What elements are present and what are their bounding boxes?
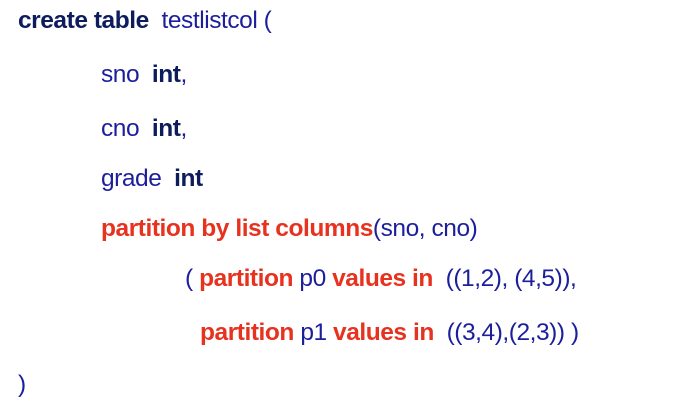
column-name: cno [101,115,140,142]
partition-columns: (sno, cno) [372,215,478,242]
close-paren: ) [18,371,26,398]
code-line-column-cno: cno int, [101,114,187,144]
code-line-column-sno: sno int, [101,60,187,90]
column-name: sno [101,61,140,88]
code-line-partition-p0: ( partition p0 values in ((1,2), (4,5)), [185,264,577,294]
column-type: int [174,165,203,192]
code-line-column-grade: grade int [101,164,203,194]
code-line-create-table: create table testlistcol ( [18,6,272,36]
comma: , [180,61,187,88]
code-line-partition-by: partition by list columns(sno, cno) [101,214,478,244]
create-table-keyword: create table [18,7,149,34]
partition-name: p1 [300,319,327,346]
sql-code-block: create table testlistcol ( sno int, cno … [0,0,698,410]
partition-keyword: partition [199,265,294,292]
column-type: int [151,61,181,88]
partition-keyword: partition [200,319,294,346]
column-type: int [151,115,181,142]
code-line-close-paren: ) [18,370,26,400]
comma: , [180,115,187,142]
partition-by-keyword: partition by list columns [101,215,373,242]
partition-values: ((3,4),(2,3)) ) [446,319,580,346]
values-in-keyword: values in [333,319,434,346]
partition-values: ((1,2), (4,5)), [445,265,577,292]
code-line-partition-p1: partition p1 values in ((3,4),(2,3)) ) [200,318,579,348]
table-name-text: testlistcol ( [161,7,272,34]
column-name: grade [101,165,162,192]
open-paren: ( [185,265,193,292]
partition-name: p0 [299,265,326,292]
values-in-keyword: values in [332,265,433,292]
